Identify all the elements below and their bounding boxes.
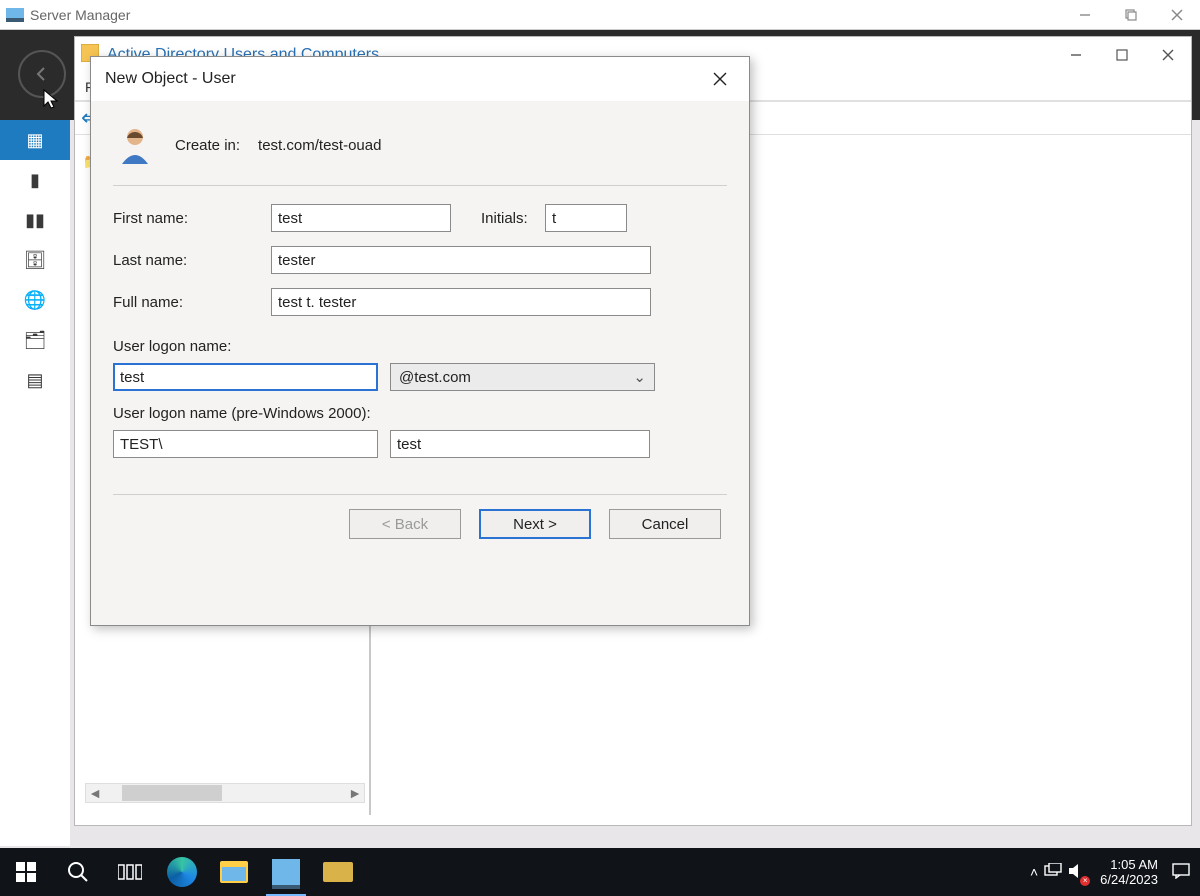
- start-button[interactable]: [0, 848, 52, 896]
- new-user-dialog: New Object - User Create in: test.com/te…: [90, 56, 750, 626]
- task-view-button[interactable]: [104, 848, 156, 896]
- sidebar-item-file-services[interactable]: 🗂: [0, 320, 70, 360]
- server-manager-icon: [6, 8, 24, 22]
- search-button[interactable]: [52, 848, 104, 896]
- divider: [113, 494, 727, 495]
- dashboard-icon: ▦: [26, 130, 43, 151]
- clock-time: 1:05 AM: [1100, 857, 1158, 872]
- first-name-input[interactable]: [271, 204, 451, 232]
- server-manager-task-button[interactable]: [260, 848, 312, 896]
- initials-label: Initials:: [481, 210, 545, 227]
- create-in-row: Create in: test.com/test-ouad: [113, 123, 727, 167]
- minimize-button[interactable]: [1062, 0, 1108, 30]
- cursor-icon: [42, 88, 62, 110]
- user-head-icon: [113, 123, 157, 167]
- create-in-label: Create in:: [175, 137, 240, 154]
- dns-icon: 🌐: [24, 290, 46, 311]
- sidebar-item-dashboard[interactable]: ▦: [0, 120, 70, 160]
- pre2000-label: User logon name (pre-Windows 2000):: [113, 405, 727, 422]
- dialog-buttons: < Back Next > Cancel: [113, 509, 727, 539]
- first-name-label: First name:: [113, 210, 271, 227]
- app-icon: [323, 862, 353, 882]
- file-explorer-button[interactable]: [208, 848, 260, 896]
- server-manager-title: Server Manager: [30, 7, 130, 23]
- action-center-icon[interactable]: [1172, 863, 1190, 882]
- full-name-label: Full name:: [113, 294, 271, 311]
- initials-input[interactable]: [545, 204, 627, 232]
- server-manager-sidebar: ▦ ▮ ▮▮ 🗄 🌐 🗂 ▤: [0, 120, 70, 846]
- task-view-icon: [118, 863, 142, 881]
- logon-domain-select[interactable]: @test.com ⌄: [390, 363, 655, 391]
- last-name-label: Last name:: [113, 252, 271, 269]
- pre2000-domain: [113, 430, 378, 458]
- cancel-button[interactable]: Cancel: [609, 509, 721, 539]
- adds-icon: 🗄: [24, 250, 47, 271]
- sidebar-item-storage[interactable]: ▤: [0, 360, 70, 400]
- app-task-button[interactable]: [312, 848, 364, 896]
- dialog-close-button[interactable]: [705, 64, 735, 94]
- tray-overflow-icon[interactable]: ˄: [1030, 864, 1038, 880]
- clock[interactable]: 1:05 AM 6/24/2023: [1092, 857, 1166, 887]
- logon-domain-value: @test.com: [399, 369, 471, 386]
- hscroll-thumb[interactable]: [122, 785, 222, 801]
- windows-icon: [16, 862, 36, 882]
- hscroll-left-icon[interactable]: ◄: [86, 785, 104, 801]
- volume-icon[interactable]: ×: [1068, 863, 1086, 882]
- sidebar-item-local-server[interactable]: ▮: [0, 160, 70, 200]
- chevron-down-icon: ⌄: [633, 368, 646, 386]
- server-manager-titlebar: Server Manager: [0, 0, 1200, 30]
- server-icon: ▮: [30, 170, 40, 191]
- last-name-input[interactable]: [271, 246, 651, 274]
- sidebar-item-ad-ds[interactable]: 🗄: [0, 240, 70, 280]
- aduc-window-controls: [1053, 37, 1191, 73]
- server-manager-window-controls: [1062, 0, 1200, 30]
- dialog-titlebar: New Object - User: [91, 57, 749, 101]
- folder-icon: [220, 861, 248, 883]
- dialog-title: New Object - User: [105, 70, 236, 88]
- logon-name-label: User logon name:: [113, 338, 727, 355]
- sidebar-item-dns[interactable]: 🌐: [0, 280, 70, 320]
- close-button[interactable]: [1154, 0, 1200, 30]
- logon-name-input[interactable]: [113, 363, 378, 391]
- next-button[interactable]: Next >: [479, 509, 591, 539]
- hscroll-right-icon[interactable]: ►: [346, 785, 364, 801]
- taskbar: ˄ × 1:05 AM 6/24/2023: [0, 848, 1200, 896]
- sidebar-item-all-servers[interactable]: ▮▮: [0, 200, 70, 240]
- server-manager-task-icon: [272, 859, 300, 885]
- divider: [113, 185, 727, 186]
- pre2000-user-input[interactable]: [390, 430, 650, 458]
- aduc-maximize-button[interactable]: [1099, 37, 1145, 73]
- create-in-path: test.com/test-ouad: [258, 137, 381, 154]
- network-icon[interactable]: [1044, 863, 1062, 882]
- clock-date: 6/24/2023: [1100, 872, 1158, 887]
- full-name-input[interactable]: [271, 288, 651, 316]
- servers-icon: ▮▮: [25, 210, 45, 231]
- edge-button[interactable]: [156, 848, 208, 896]
- back-button: < Back: [349, 509, 461, 539]
- aduc-close-button[interactable]: [1145, 37, 1191, 73]
- maximize-button[interactable]: [1108, 0, 1154, 30]
- tray: ˄ × 1:05 AM 6/24/2023: [1030, 857, 1200, 887]
- files-icon: 🗂: [24, 330, 47, 351]
- aduc-minimize-button[interactable]: [1053, 37, 1099, 73]
- storage-icon: ▤: [26, 370, 43, 391]
- search-icon: [67, 861, 89, 883]
- edge-icon: [167, 857, 197, 887]
